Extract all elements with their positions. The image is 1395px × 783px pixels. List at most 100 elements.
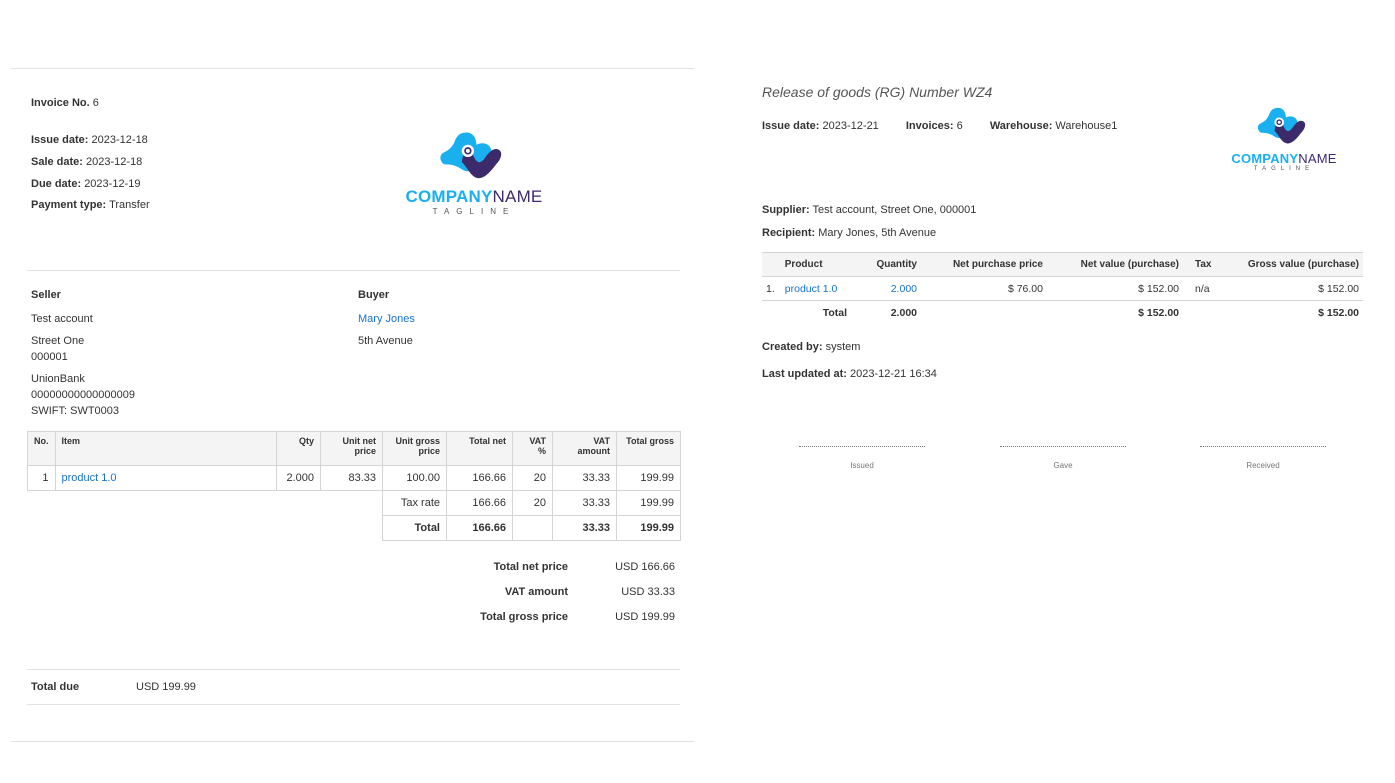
release-issue-value: 2023-12-21 [822, 120, 879, 132]
buyer-name-link[interactable]: Mary Jones [358, 311, 415, 327]
logo-name: NAME [1298, 151, 1337, 166]
cell-unit-net: 83.33 [320, 465, 383, 491]
summary-label: Total net price [493, 560, 568, 573]
due-date-value: 2023-12-19 [84, 178, 141, 190]
invoice-top-divider [11, 68, 694, 69]
invoice-number-label: Invoice No. [31, 97, 90, 109]
total-gross-value: $ 152.00 [1318, 306, 1359, 319]
issue-date-value: 2023-12-18 [91, 134, 148, 146]
sale-date-label: Sale date: [31, 156, 83, 168]
buyer-block: Buyer Mary Jones 5th Avenue [358, 287, 415, 349]
cell-total-net: 166.66 [446, 465, 513, 491]
seller-account: 00000000000000009 [31, 389, 136, 401]
total-quantity: 2.000 [890, 306, 917, 319]
col-unit-net: Unit net price [320, 431, 383, 466]
logo-name: NAME [492, 187, 543, 206]
table-row: 1 product 1.0 2.000 83.33 100.00 166.66 … [27, 465, 681, 491]
cell-vat-pct: 20 [512, 465, 553, 491]
recipient-label: Recipient: [762, 227, 816, 239]
table-header-row: No. Item Qty Unit net price Unit gross p… [27, 431, 681, 466]
payment-type: Payment type: Transfer [31, 199, 150, 211]
created-by-value: system [825, 341, 861, 353]
cell-unit-gross: 100.00 [382, 465, 447, 491]
cell-tax: n/a [1183, 276, 1223, 301]
divider [27, 270, 680, 271]
total-label: Total [382, 515, 447, 541]
issue-date: Issue date: 2023-12-18 [31, 134, 148, 146]
release-invoices-value: 6 [956, 120, 963, 132]
created-by: Created by: system [762, 341, 860, 353]
col-no: No. [27, 431, 56, 466]
cell-total-gross: 199.99 [616, 465, 681, 491]
logo-company: COMPANY [405, 187, 493, 206]
col-vat-amount: VAT amount [552, 431, 617, 466]
total-row: Total 2.000 $ 152.00 $ 152.00 [762, 301, 1363, 325]
summary-value: USD 166.66 [615, 560, 675, 573]
invoice-items-table: No. Item Qty Unit net price Unit gross p… [27, 431, 681, 541]
tax-rate-net: 166.66 [446, 490, 513, 516]
cell-net-price: $ 76.00 [921, 276, 1047, 301]
table-row: 1. product 1.0 2.000 $ 76.00 $ 152.00 n/… [762, 276, 1363, 301]
divider [27, 669, 680, 670]
logo-tagline: TAGLINE [1253, 166, 1315, 172]
product-link[interactable]: product 1.0 [54, 465, 277, 491]
tax-rate-vat: 33.33 [552, 490, 617, 516]
release-title: Release of goods (RG) Number WZ4 [762, 84, 993, 100]
summary-label: VAT amount [504, 585, 568, 598]
col-unit-gross: Unit gross price [382, 431, 447, 466]
summary-label: Total gross price [480, 610, 568, 623]
due-date: Due date: 2023-12-19 [31, 178, 140, 190]
supplier: Supplier: Test account, Street One, 0000… [762, 204, 976, 216]
seller-swift: SWIFT: SWT0003 [31, 405, 120, 417]
signature-gave: Gave [1000, 446, 1126, 470]
buyer-street: 5th Avenue [358, 335, 413, 347]
cell-vat-amount: 33.33 [552, 465, 617, 491]
cell-no: 1 [27, 465, 56, 491]
total-net: 166.66 [446, 515, 513, 541]
due-date-label: Due date: [31, 178, 82, 190]
release-company-logo: COMPANYNAME TAGLINE [1228, 106, 1340, 172]
table-header-row: Product Quantity Net purchase price Net … [762, 252, 1363, 277]
logo-tagline: TAGLINE [432, 207, 516, 216]
summary-row: Total net price USD 166.66 [470, 554, 675, 579]
seller-block: Seller Test account Street One 000001 Un… [31, 287, 135, 419]
cell-gross-value: $ 152.00 [1223, 276, 1363, 301]
payment-type-label: Payment type: [31, 199, 107, 211]
tax-rate-row: Tax rate 166.66 20 33.33 199.99 [28, 490, 681, 516]
recipient-value: Mary Jones, 5th Avenue [818, 227, 937, 239]
invoice-number-value: 6 [92, 97, 99, 109]
release-meta: Issue date: 2023-12-21 Invoices: 6 Wareh… [762, 120, 1117, 132]
last-updated: Last updated at: 2023-12-21 16:34 [762, 368, 937, 380]
release-warehouse-label: Warehouse: [989, 120, 1053, 132]
summary-value: USD 33.33 [621, 585, 675, 598]
col-vat-pct: VAT % [512, 431, 553, 466]
divider [27, 704, 680, 705]
col-gross-value: Gross value (purchase) [1223, 252, 1363, 277]
col-total-gross: Total gross [616, 431, 681, 466]
seller-name: Test account [31, 313, 93, 325]
release-invoices-label: Invoices: [905, 120, 954, 132]
total-vat: 33.33 [552, 515, 617, 541]
sale-date-value: 2023-12-18 [86, 156, 143, 168]
payment-type-value: Transfer [109, 199, 150, 211]
supplier-label: Supplier: [762, 204, 810, 216]
signature-issued: Issued [799, 446, 925, 470]
seller-bank: UnionBank [31, 373, 85, 385]
total-due-label: Total due [31, 681, 80, 693]
total-label: Total [822, 306, 847, 319]
col-product: Product [778, 252, 851, 277]
invoice-bottom-divider [11, 741, 694, 742]
total-vat-pct [512, 515, 553, 541]
col-net-price: Net purchase price [921, 252, 1047, 277]
company-logo: COMPANYNAME TAGLINE [398, 130, 550, 216]
product-link[interactable]: product 1.0 [778, 276, 851, 301]
total-net-value: $ 152.00 [1138, 306, 1179, 319]
buyer-heading: Buyer [358, 289, 390, 301]
total-due-value: USD 199.99 [136, 681, 196, 693]
seller-street: Street One [31, 335, 85, 347]
cell-net-value: $ 152.00 [1047, 276, 1183, 301]
col-net-value: Net value (purchase) [1047, 252, 1183, 277]
quantity-link[interactable]: 2.000 [851, 276, 921, 301]
summary-value: USD 199.99 [615, 610, 675, 623]
col-item: Item [54, 431, 277, 466]
